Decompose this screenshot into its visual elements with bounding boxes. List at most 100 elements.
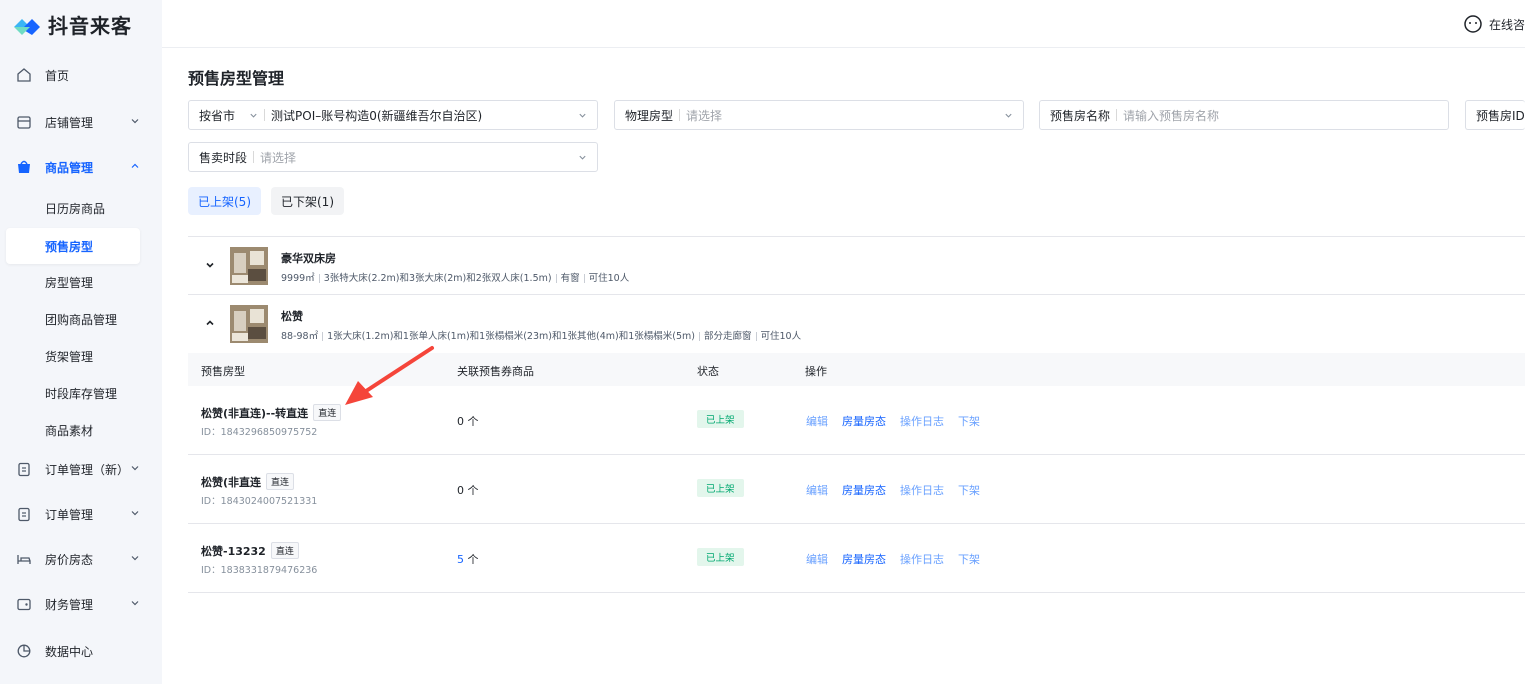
room-window: 有窗 bbox=[560, 273, 580, 284]
chevron-down-icon bbox=[250, 113, 257, 118]
sidebar-sub-shelf[interactable]: 货架管理 bbox=[6, 338, 140, 374]
sidebar: 抖音来客 首页 店铺管理 商品管理 日历房商品 预售房型 房型管理 团购商品管理… bbox=[0, 0, 162, 684]
row-room-name: 松赞(非直连 直连 bbox=[201, 473, 295, 490]
province-filter[interactable]: 按省市 测试POI–账号构造0(新疆维吾尔自治区) bbox=[188, 100, 598, 130]
sidebar-item-room-price[interactable]: 房价房态 bbox=[0, 541, 162, 577]
room-group: 豪华双床房 9999㎡ 3张特大床(2.2m)和3张大床(2m)和2张双人床(1.… bbox=[188, 237, 1525, 295]
count-unit: 个 bbox=[467, 553, 479, 566]
chevron-up-icon[interactable] bbox=[205, 318, 215, 328]
room-area: 88-98㎡ bbox=[281, 331, 319, 342]
physical-room-select[interactable]: 物理房型 请选择 bbox=[614, 100, 1024, 130]
home-icon bbox=[17, 68, 31, 82]
offline-link[interactable]: 下架 bbox=[958, 413, 980, 429]
count-value-link[interactable]: 5 bbox=[457, 553, 464, 566]
chevron-down-icon bbox=[1005, 113, 1012, 118]
room-thumbnail bbox=[230, 247, 268, 285]
chevron-up-icon bbox=[131, 163, 139, 168]
field-separator bbox=[253, 151, 255, 163]
online-consult-label: 在线咨 bbox=[1488, 17, 1525, 32]
bed-icon bbox=[17, 555, 31, 564]
wallet-icon bbox=[17, 598, 31, 611]
row-linked-count: 5 个 bbox=[457, 551, 479, 567]
room-group-desc: 88-98㎡ 1张大床(1.2m)和1张单人床(1m)和1张榻榻米(23m)和1张… bbox=[281, 328, 801, 342]
col-ops: 操作 bbox=[805, 365, 827, 378]
presale-name-input[interactable]: 预售房名称 请输入预售房名称 bbox=[1039, 100, 1449, 130]
chat-icon bbox=[1464, 15, 1482, 33]
count-unit: 个 bbox=[467, 484, 479, 497]
sidebar-sub-materials[interactable]: 商品素材 bbox=[6, 412, 140, 448]
operation-log-link[interactable]: 操作日志 bbox=[900, 413, 944, 429]
annotation-arrow bbox=[345, 346, 434, 405]
sidebar-sub-period-stock[interactable]: 时段库存管理 bbox=[6, 375, 140, 411]
field-separator bbox=[264, 109, 266, 121]
room-status-link[interactable]: 房量房态 bbox=[842, 551, 886, 567]
sidebar-item-label: 数据中心 bbox=[45, 644, 94, 659]
row-id: ID：1843296850975752 bbox=[201, 427, 318, 438]
sidebar-sub-group-buy[interactable]: 团购商品管理 bbox=[6, 301, 140, 337]
sidebar-item-home[interactable]: 首页 bbox=[0, 57, 162, 93]
edit-link[interactable]: 编辑 bbox=[806, 551, 828, 567]
presale-name-label: 预售房名称 bbox=[1050, 108, 1111, 123]
sidebar-item-orders-new[interactable]: 订单管理（新） bbox=[0, 451, 162, 487]
chevron-down-icon[interactable] bbox=[205, 260, 215, 270]
clipboard-icon bbox=[18, 507, 30, 522]
chevron-down-icon bbox=[131, 119, 139, 124]
offline-link[interactable]: 下架 bbox=[958, 482, 980, 498]
sidebar-item-label: 首页 bbox=[45, 68, 70, 83]
province-filter-value: 测试POI–账号构造0(新疆维吾尔自治区) bbox=[271, 108, 483, 123]
online-consult-button[interactable]: 在线咨 bbox=[1463, 14, 1525, 34]
tab-listed[interactable]: 已上架(5) bbox=[188, 187, 261, 215]
chevron-down-icon bbox=[131, 601, 139, 606]
room-area: 9999㎡ bbox=[281, 273, 315, 284]
bag-icon bbox=[18, 160, 30, 173]
sidebar-item-products[interactable]: 商品管理 bbox=[0, 149, 162, 185]
logo-text: 抖音来客 bbox=[48, 14, 132, 38]
presale-name-placeholder: 请输入预售房名称 bbox=[1123, 108, 1220, 123]
sidebar-sub-presale-room[interactable]: 预售房型 bbox=[6, 228, 140, 264]
sidebar-item-store[interactable]: 店铺管理 bbox=[0, 104, 162, 140]
row-linked-count: 0 个 bbox=[457, 482, 479, 498]
field-separator bbox=[679, 109, 681, 121]
sidebar-item-orders[interactable]: 订单管理 bbox=[0, 496, 162, 532]
table-row: 松赞-13232 直连 ID：1838331879476236 5 个 已上架 编… bbox=[188, 524, 1525, 593]
operation-log-link[interactable]: 操作日志 bbox=[900, 482, 944, 498]
direct-tag: 直连 bbox=[313, 404, 342, 421]
tab-delisted[interactable]: 已下架(1) bbox=[271, 187, 344, 215]
room-group-name: 豪华双床房 bbox=[281, 252, 336, 265]
sidebar-item-finance[interactable]: 财务管理 bbox=[0, 586, 162, 622]
col-linked-products: 关联预售券商品 bbox=[457, 365, 534, 378]
room-status-link[interactable]: 房量房态 bbox=[842, 482, 886, 498]
sidebar-item-data-center[interactable]: 数据中心 bbox=[0, 633, 162, 669]
row-room-name: 松赞(非直连)--转直连 直连 bbox=[201, 404, 342, 421]
count-value: 0 bbox=[457, 415, 464, 428]
offline-link[interactable]: 下架 bbox=[958, 551, 980, 567]
edit-link[interactable]: 编辑 bbox=[806, 413, 828, 429]
top-bar: 在线咨 bbox=[162, 0, 1525, 48]
sidebar-sub-room-type[interactable]: 房型管理 bbox=[6, 264, 140, 300]
direct-tag: 直连 bbox=[266, 473, 295, 490]
presale-id-input[interactable]: 预售房ID bbox=[1465, 100, 1525, 130]
room-beds: 1张大床(1.2m)和1张单人床(1m)和1张榻榻米(23m)和1张其他(4m)… bbox=[327, 331, 695, 342]
clipboard-icon bbox=[18, 462, 30, 477]
count-unit: 个 bbox=[467, 415, 479, 428]
status-badge: 已上架 bbox=[697, 410, 744, 428]
sale-period-placeholder: 请选择 bbox=[260, 150, 297, 165]
sidebar-item-label: 店铺管理 bbox=[45, 115, 94, 130]
room-capacity: 可住10人 bbox=[760, 331, 802, 342]
row-ops: 编辑 房量房态 操作日志 下架 bbox=[806, 482, 980, 498]
room-name-text: 松赞-13232 bbox=[201, 544, 266, 558]
chevron-down-icon bbox=[579, 155, 586, 160]
room-status-link[interactable]: 房量房态 bbox=[842, 413, 886, 429]
direct-tag: 直连 bbox=[270, 542, 299, 559]
sidebar-sub-calendar-room[interactable]: 日历房商品 bbox=[6, 190, 140, 226]
sidebar-item-label: 房价房态 bbox=[45, 552, 94, 567]
edit-link[interactable]: 编辑 bbox=[806, 482, 828, 498]
app-logo[interactable]: 抖音来客 bbox=[12, 10, 132, 39]
sidebar-item-label: 商品管理 bbox=[45, 160, 94, 175]
room-name-text: 松赞(非直连)--转直连 bbox=[201, 406, 309, 420]
room-window: 部分走廊窗 bbox=[704, 331, 752, 342]
chevron-down-icon bbox=[131, 556, 139, 561]
operation-log-link[interactable]: 操作日志 bbox=[900, 551, 944, 567]
sale-period-select[interactable]: 售卖时段 请选择 bbox=[188, 142, 598, 172]
pie-chart-icon bbox=[17, 644, 31, 658]
